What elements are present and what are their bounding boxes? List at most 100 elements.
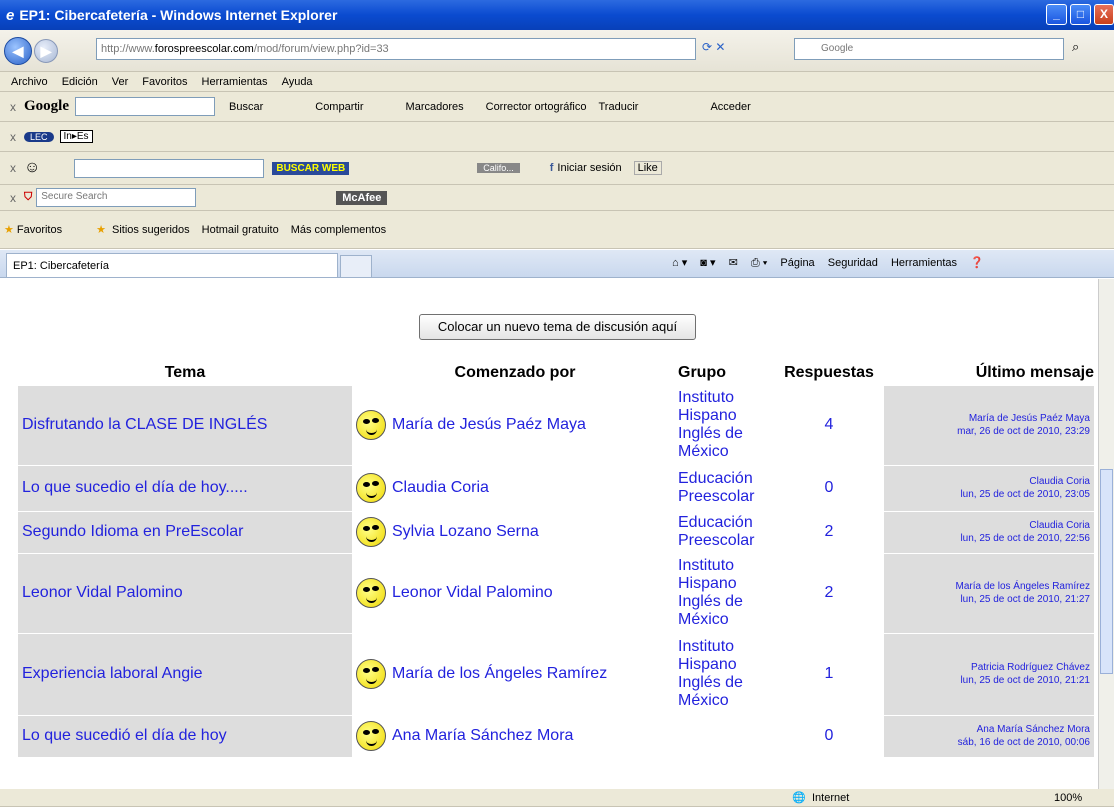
traducir-button[interactable]: Traducir — [599, 101, 639, 113]
menu-favoritos[interactable]: Favoritos — [142, 76, 187, 88]
tab-title: EP1: Cibercafetería — [13, 260, 109, 272]
help-icon[interactable]: ❓ — [970, 257, 984, 269]
replies-link[interactable]: 1 — [774, 632, 884, 715]
group-link[interactable]: Instituto Hispano Inglés de México — [678, 632, 774, 715]
replies-link[interactable]: 0 — [774, 714, 884, 757]
menu-herramientas[interactable]: Herramientas — [202, 76, 268, 88]
maximize-button[interactable]: □ — [1070, 4, 1091, 25]
last-author-link[interactable]: Claudia Coria — [884, 475, 1090, 488]
corrector-button[interactable]: Corrector ortográfico — [486, 101, 587, 113]
radio-station-dropdown[interactable]: Califo... — [477, 163, 520, 173]
search-input[interactable]: Google — [794, 38, 1064, 60]
avatar[interactable] — [356, 473, 386, 503]
last-date-link[interactable]: sáb, 16 de oct de 2010, 00:06 — [884, 736, 1090, 749]
new-tab-button[interactable] — [340, 255, 372, 277]
zoom-level[interactable]: 100% — [1054, 792, 1082, 804]
scrollbar-thumb[interactable] — [1100, 469, 1113, 674]
feeds-icon[interactable]: ◙ ▾ — [700, 257, 715, 269]
like-button[interactable]: Like — [633, 161, 662, 175]
last-date-link[interactable]: mar, 26 de oct de 2010, 23:29 — [884, 425, 1090, 438]
google-buscar-button[interactable]: Buscar — [229, 101, 263, 113]
table-row: Segundo Idioma en PreEscolar Sylvia Loza… — [18, 510, 1094, 553]
print-icon[interactable]: ⎙ ▾ — [751, 257, 767, 269]
acceder-button[interactable]: Acceder — [710, 101, 750, 113]
topic-link[interactable]: Lo que sucedio el día de hoy..... — [18, 464, 352, 511]
secure-search-input[interactable]: Secure Search — [36, 188, 197, 207]
last-date-link[interactable]: lun, 25 de oct de 2010, 21:27 — [884, 593, 1090, 606]
author-link[interactable]: Claudia Coria — [392, 479, 489, 496]
replies-link[interactable]: 0 — [774, 464, 884, 511]
mail-icon[interactable]: ✉ — [729, 257, 738, 269]
last-author-link[interactable]: María de Jesús Paéz Maya — [884, 412, 1090, 425]
close-button[interactable]: X — [1094, 4, 1114, 25]
seguridad-menu[interactable]: Seguridad — [828, 257, 878, 269]
hotmail-link[interactable]: Hotmail gratuito — [202, 224, 279, 236]
replies-link[interactable]: 4 — [774, 384, 884, 465]
last-date-link[interactable]: lun, 25 de oct de 2010, 22:56 — [884, 532, 1090, 545]
group-link — [678, 714, 774, 757]
close-toolbar-icon[interactable]: x — [10, 130, 16, 144]
iniciar-sesion-button[interactable]: Iniciar sesión — [557, 162, 621, 174]
close-toolbar-icon[interactable]: x — [10, 161, 16, 175]
lec-translate-dropdown[interactable]: In▸Es — [59, 130, 93, 143]
group-link[interactable]: Educación Preescolar — [678, 510, 774, 553]
refresh-icon[interactable]: ⟳ ✕ — [702, 40, 725, 54]
menu-archivo[interactable]: Archivo — [11, 76, 48, 88]
avatar[interactable] — [356, 659, 386, 689]
tab-current[interactable]: EP1: Cibercafetería — [6, 253, 338, 277]
topic-link[interactable]: Disfrutando la CLASE DE INGLÉS — [18, 384, 352, 465]
avatar[interactable] — [356, 517, 386, 547]
address-input[interactable]: http://www. forospreescolar.com/mod/forum… — [96, 38, 696, 60]
group-link[interactable]: Instituto Hispano Inglés de México — [678, 384, 774, 465]
topic-link[interactable]: Lo que sucedió el día de hoy — [18, 714, 352, 757]
mcafee-logo[interactable]: McAfee — [336, 190, 388, 205]
group-link[interactable]: Educación Preescolar — [678, 464, 774, 511]
last-date-link[interactable]: lun, 25 de oct de 2010, 21:21 — [884, 674, 1090, 687]
topic-link[interactable]: Experiencia laboral Angie — [18, 632, 352, 715]
search-icon[interactable]: ⌕ — [1072, 39, 1079, 55]
lec-toolbar: x LEC In▸Es — [0, 122, 1114, 152]
buscaweb-logo[interactable]: BUSCAR WEB — [272, 161, 350, 175]
avatar[interactable] — [356, 578, 386, 608]
favorites-bar: ★ Favoritos ★ Sitios sugeridos Hotmail g… — [0, 211, 1114, 249]
menu-ayuda[interactable]: Ayuda — [282, 76, 313, 88]
vertical-scrollbar[interactable] — [1098, 279, 1114, 789]
last-author-link[interactable]: María de los Ángeles Ramírez — [884, 580, 1090, 593]
forward-button[interactable]: ▶ — [34, 38, 58, 63]
last-date-link[interactable]: lun, 25 de oct de 2010, 23:05 — [884, 488, 1090, 501]
back-button[interactable]: ◀ — [4, 36, 32, 65]
replies-link[interactable]: 2 — [774, 510, 884, 553]
author-link[interactable]: Ana María Sánchez Mora — [392, 727, 573, 744]
last-author-link[interactable]: Patricia Rodríguez Chávez — [884, 661, 1090, 674]
avatar[interactable] — [356, 721, 386, 752]
herramientas-menu[interactable]: Herramientas — [891, 257, 957, 269]
replies-link[interactable]: 2 — [774, 552, 884, 633]
mas-complementos-link[interactable]: Más complementos — [291, 224, 386, 236]
marcadores-button[interactable]: Marcadores — [406, 101, 464, 113]
google-search-input[interactable] — [75, 97, 215, 116]
menu-ver[interactable]: Ver — [112, 76, 129, 88]
close-toolbar-icon[interactable]: x — [10, 191, 16, 205]
compartir-button[interactable]: Compartir — [315, 101, 363, 113]
buscaweb-input[interactable] — [74, 158, 265, 178]
favoritos-button[interactable]: Favoritos — [17, 224, 62, 236]
close-toolbar-icon[interactable]: x — [10, 100, 16, 114]
sitios-sugeridos-link[interactable]: Sitios sugeridos — [112, 224, 190, 236]
last-author-link[interactable]: Ana María Sánchez Mora — [884, 723, 1090, 736]
topic-link[interactable]: Leonor Vidal Palomino — [18, 552, 352, 633]
tab-bar: EP1: Cibercafetería ⌂ ▾ ◙ ▾ ✉ ⎙ ▾ Página… — [0, 250, 1114, 278]
home-icon[interactable]: ⌂ ▾ — [672, 257, 687, 269]
pagina-menu[interactable]: Página — [780, 257, 814, 269]
author-link[interactable]: Leonor Vidal Palomino — [392, 584, 553, 601]
add-favorite-icon[interactable]: ★ — [96, 223, 106, 236]
avatar[interactable] — [356, 410, 386, 440]
group-link[interactable]: Instituto Hispano Inglés de México — [678, 552, 774, 633]
menu-edicion[interactable]: Edición — [62, 76, 98, 88]
new-discussion-button[interactable]: Colocar un nuevo tema de discusión aquí — [419, 314, 696, 340]
author-link[interactable]: María de Jesús Paéz Maya — [392, 416, 586, 433]
minimize-button[interactable]: _ — [1046, 4, 1067, 25]
author-link[interactable]: María de los Ángeles Ramírez — [392, 665, 607, 682]
author-link[interactable]: Sylvia Lozano Serna — [392, 523, 539, 540]
last-author-link[interactable]: Claudia Coria — [884, 519, 1090, 532]
topic-link[interactable]: Segundo Idioma en PreEscolar — [18, 510, 352, 553]
